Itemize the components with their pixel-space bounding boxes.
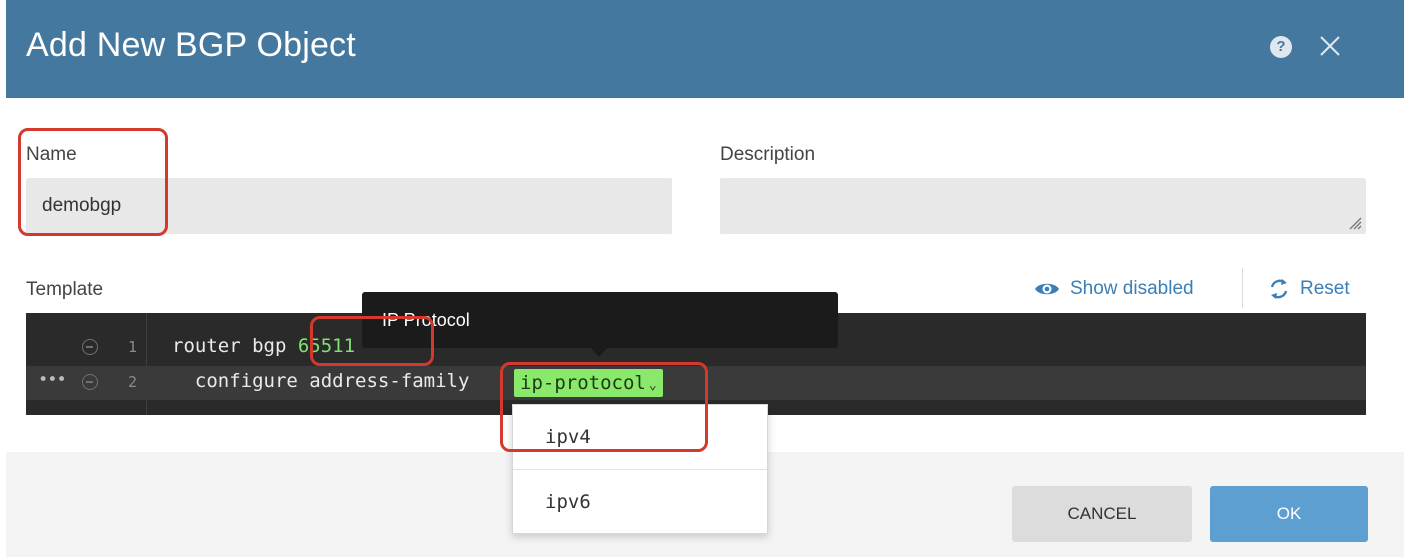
code-line-2: ••• 2 configure address-family ip-protoc…: [26, 366, 1366, 400]
fold-toggle-icon[interactable]: [82, 374, 98, 390]
name-label: Name: [26, 144, 77, 165]
asn-value[interactable]: 65511: [298, 335, 355, 357]
ip-protocol-token[interactable]: ip-protocol ⌄: [514, 369, 663, 397]
tooltip: IP Protocol: [362, 292, 838, 357]
token-label: ip-protocol: [520, 372, 646, 394]
line-number: 2: [128, 373, 138, 391]
reset-label: Reset: [1300, 278, 1350, 299]
code-keyword-text: router bgp: [172, 335, 298, 357]
ip-protocol-dropdown: ipv4 ipv6: [512, 404, 768, 534]
tooltip-text: IP Protocol: [382, 310, 470, 330]
help-icon[interactable]: ?: [1270, 36, 1292, 58]
eye-icon: [1035, 283, 1059, 295]
dropdown-option-ipv4[interactable]: ipv4: [513, 405, 767, 469]
tooltip-arrow: [590, 347, 608, 357]
ok-button[interactable]: OK: [1210, 486, 1368, 542]
dialog-title: Add New BGP Object: [26, 26, 356, 64]
fold-toggle-icon[interactable]: [82, 339, 98, 355]
description-textarea[interactable]: [720, 178, 1366, 234]
show-disabled-link[interactable]: Show disabled: [1034, 278, 1194, 300]
toolbar-divider: [1242, 268, 1243, 308]
line-number: 1: [128, 338, 138, 356]
code-text: configure address-family: [172, 370, 481, 392]
show-disabled-label: Show disabled: [1070, 278, 1194, 299]
refresh-icon: [1270, 279, 1288, 299]
description-label: Description: [720, 144, 816, 165]
close-icon[interactable]: [1314, 30, 1346, 62]
code-text: router bgp 65511: [172, 335, 355, 357]
cancel-button[interactable]: CANCEL: [1012, 486, 1192, 542]
reset-link[interactable]: Reset: [1268, 278, 1350, 300]
resize-grip-icon[interactable]: [1348, 216, 1362, 230]
dropdown-option-ipv6[interactable]: ipv6: [513, 470, 767, 534]
chevron-down-icon: ⌄: [648, 378, 657, 393]
name-input[interactable]: demobgp: [26, 178, 672, 234]
add-bgp-object-dialog: Add New BGP Object ? Name demobgp Descri…: [6, 0, 1404, 557]
more-options-icon[interactable]: •••: [38, 370, 67, 390]
dialog-header: Add New BGP Object ?: [6, 0, 1404, 98]
template-label: Template: [26, 279, 104, 300]
